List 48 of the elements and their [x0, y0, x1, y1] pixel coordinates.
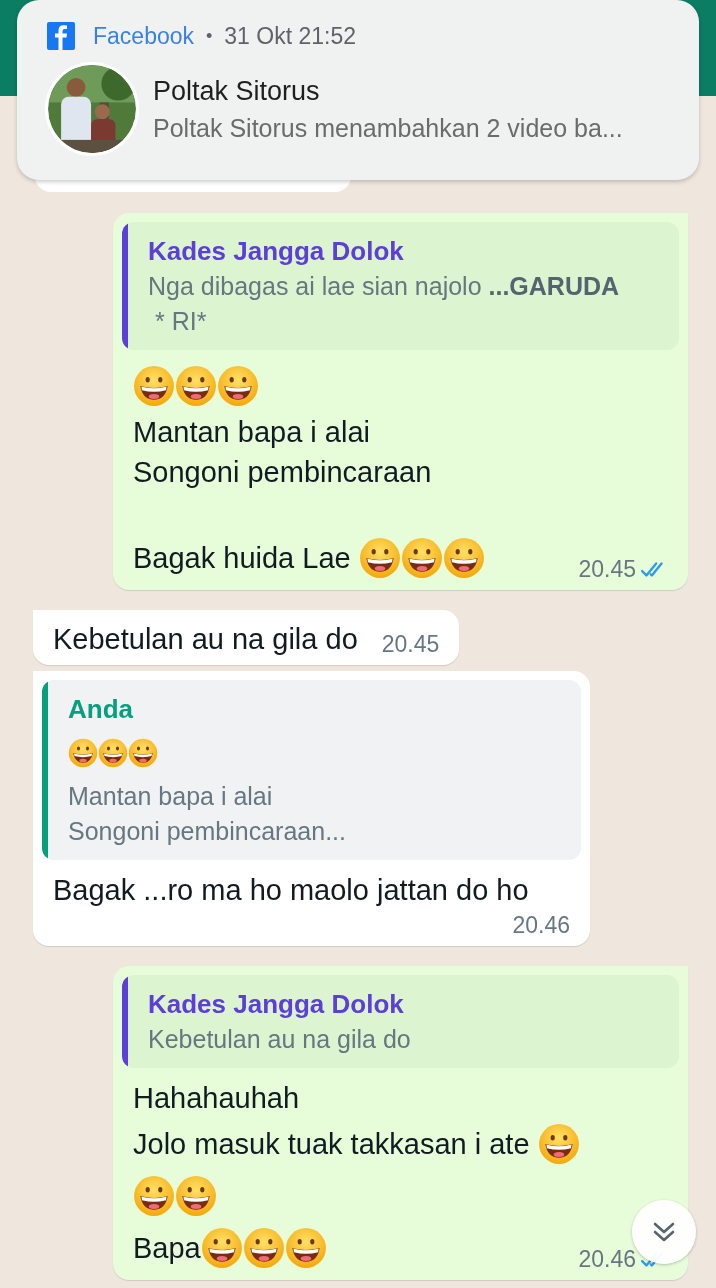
grinning-face-icon	[284, 1227, 327, 1269]
quote-author: Kades Jangga Dolok	[148, 988, 405, 1021]
quote-author: Kades Jangga Dolok	[148, 235, 405, 268]
grinning-face-icon	[242, 1227, 285, 1269]
grinning-face-icon	[200, 1227, 243, 1269]
app-name: Facebook	[93, 21, 194, 51]
notification-time: 31 Okt 21:52	[224, 21, 357, 51]
quote-author: Anda	[68, 693, 134, 726]
grinning-face-icon	[133, 1175, 175, 1217]
grinning-face-icon	[217, 365, 259, 407]
message-time: 20.45	[381, 630, 440, 659]
facebook-logo-icon	[47, 22, 75, 50]
grinning-face-icon	[98, 738, 128, 768]
message-text: Bagak huida Lae	[133, 532, 485, 584]
message-bubble[interactable]: Anda Mantan bapa i alai Songoni pembincaraan... Bagak ...ro ma ho maolo jattan do ho 20.46	[33, 671, 590, 946]
message-time: 20.46	[512, 911, 570, 940]
grinning-face-icon	[175, 365, 217, 407]
notification-card[interactable]: Facebook • 31 Okt 21:52 Poltak Sitorus Poltak Sitorus menambahkan 2 video ba...	[17, 0, 699, 180]
grinning-face-icon	[68, 738, 98, 768]
grinning-face-icon	[442, 537, 485, 579]
message-text: Hahahauhah	[133, 1081, 301, 1116]
grinning-face-icon	[400, 537, 443, 579]
quoted-message[interactable]: Kades Jangga Dolok Nga dibagas ai lae sian najolo ...GARUDA * RI*	[122, 222, 679, 350]
message-time: 20.46	[578, 1245, 636, 1274]
message-text: Songoni pembincaraan	[133, 455, 433, 490]
grinning-face-icon	[358, 537, 401, 579]
sender-name: Poltak Sitorus	[153, 75, 321, 108]
message-text: Bapa	[133, 1222, 327, 1274]
message-bubble[interactable]: Kades Jangga Dolok Kebetulan au na gila do Hahahauhah Jolo masuk tuak takkasan i ate Bapa 20.46	[113, 966, 688, 1280]
message-time: 20.45	[578, 555, 636, 584]
grinning-face-icon	[175, 1175, 217, 1217]
grinning-face-icon	[537, 1123, 580, 1165]
quoted-message[interactable]: Kades Jangga Dolok Kebetulan au na gila do	[122, 975, 679, 1068]
message-text: Mantan bapa i alai	[133, 415, 371, 450]
message-text: Kebetulan au na gila do	[53, 622, 358, 657]
separator-dot: •	[206, 24, 213, 48]
message-text: Bagak ...ro ma ho maolo jattan do ho	[53, 873, 529, 908]
quote-text: Nga dibagas ai lae sian najolo ...GARUDA * RI*	[148, 271, 621, 337]
message-bubble[interactable]: Kades Jangga Dolok Nga dibagas ai lae sian najolo ...GARUDA * RI* Mantan bapa i alai Songoni pembincaraan Bagak huida Lae 20.45	[113, 213, 688, 590]
message-text: Jolo masuk tuak takkasan i ate	[133, 1118, 668, 1170]
grinning-face-icon	[128, 738, 158, 768]
notification-text: Poltak Sitorus menambahkan 2 video ba...	[153, 113, 623, 144]
grinning-face-icon	[133, 365, 175, 407]
quote-text: Kebetulan au na gila do	[148, 1024, 411, 1055]
quote-text: Mantan bapa i alai	[68, 781, 274, 812]
quote-text: Songoni pembincaraan...	[68, 816, 346, 847]
message-bubble[interactable]: Kebetulan au na gila do 20.45	[33, 610, 460, 665]
quoted-message[interactable]: Anda Mantan bapa i alai Songoni pembincaraan...	[42, 680, 581, 860]
